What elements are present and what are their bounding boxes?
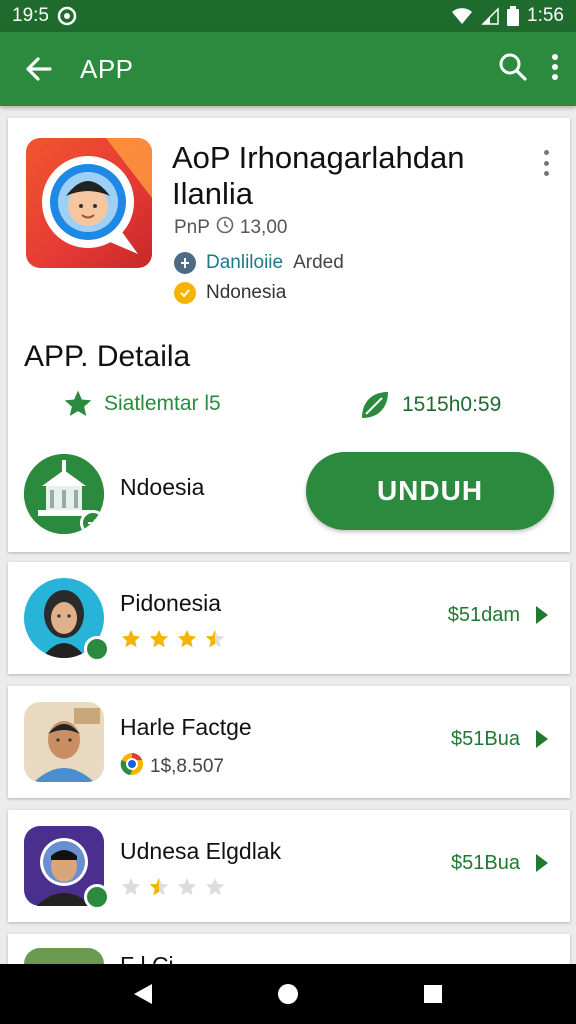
nav-back-icon — [133, 984, 152, 1004]
search-icon — [499, 53, 527, 81]
card-overflow-menu[interactable] — [536, 148, 556, 178]
navigation-bar — [0, 964, 576, 1024]
star-empty-icon — [177, 877, 197, 896]
developer-suffix: Arded — [293, 252, 344, 273]
search-button[interactable] — [498, 52, 528, 87]
region-icon — [174, 282, 196, 304]
status-time-left: 19:5 — [12, 5, 49, 26]
price-row: PnP 13,00 — [174, 216, 287, 240]
more-vert-icon — [552, 53, 558, 80]
region-name: Ndonesia — [206, 282, 287, 303]
status-time-right: 1:56 — [527, 5, 564, 26]
region-row: Ndonesia — [174, 282, 286, 304]
verified-badge — [80, 510, 104, 534]
verified-badge — [84, 636, 110, 662]
nav-home-button[interactable] — [263, 969, 313, 1019]
star-icon — [64, 390, 92, 416]
star-empty-icon — [121, 877, 141, 896]
wifi-icon — [451, 7, 473, 25]
signal-icon — [481, 7, 499, 25]
star-half-icon — [205, 629, 225, 648]
verified-badge — [84, 884, 110, 910]
rating-stars — [120, 628, 226, 650]
list-item-title: Udnesa Elgdlak — [120, 838, 282, 864]
app-bar-title: APP — [80, 53, 134, 84]
list-item-price: $51dam — [447, 604, 520, 626]
star-filled-icon — [121, 629, 141, 648]
back-button[interactable] — [16, 47, 60, 91]
list-item[interactable]: Udnesa Elgdlak $51Bua — [8, 810, 570, 922]
overflow-menu-button[interactable] — [550, 53, 560, 86]
app-bar: APP — [0, 32, 576, 106]
nav-back-button[interactable] — [118, 969, 168, 1019]
price-label: PnP — [174, 217, 210, 238]
rating-stat: Siatlemtar l5 — [62, 388, 221, 420]
list-item-title: Pidonesia — [120, 590, 222, 616]
rating-stat-label: Siatlemtar l5 — [104, 392, 221, 415]
nav-home-icon — [277, 984, 298, 1004]
list-item-meta: 1$,8.507 — [120, 752, 224, 782]
region-avatar — [24, 454, 104, 534]
star-filled-icon — [149, 629, 169, 648]
battery-icon — [507, 6, 520, 26]
region-label: Ndoesia — [120, 474, 205, 500]
nav-recents-icon — [424, 985, 443, 1003]
install-button[interactable]: UNDUH — [306, 452, 554, 530]
star-empty-icon — [205, 877, 225, 896]
chevron-right-icon[interactable] — [536, 854, 548, 872]
notification-icon — [57, 6, 77, 26]
app-title: AoP Irhonagarlahdan Ilanlia — [172, 140, 465, 211]
leaf-icon — [362, 392, 388, 418]
list-item-title: Harle Factge — [120, 714, 252, 740]
list-item[interactable]: Pidonesia $51dam — [8, 562, 570, 674]
chevron-right-icon[interactable] — [536, 606, 548, 624]
clock-icon — [216, 216, 234, 240]
star-filled-icon — [177, 629, 197, 648]
developer-row[interactable]: Danliloiie Arded — [174, 252, 344, 274]
details-heading: APP. Detaila — [24, 340, 191, 373]
list-item-price: $51Bua — [451, 728, 520, 750]
list-item-price: $51Bua — [451, 852, 520, 874]
list-item-sub: 1$,8.507 — [150, 756, 224, 777]
developer-icon — [174, 252, 196, 274]
chrome-icon — [120, 752, 144, 782]
price-value: 13,00 — [239, 217, 288, 238]
developer-name: Danliloiie — [206, 252, 284, 273]
app-icon[interactable] — [26, 138, 152, 268]
status-bar: 19:5 1:56 — [0, 0, 576, 32]
list-item[interactable]: Harle Factge 1$,8.507 $51Bua — [8, 686, 570, 798]
avatar — [24, 702, 104, 782]
size-stat: 1515h0:59 — [358, 388, 501, 422]
app-detail-card: AoP Irhonagarlahdan Ilanlia PnP 13,00 Da… — [8, 118, 570, 552]
chevron-right-icon[interactable] — [536, 730, 548, 748]
rating-stars — [120, 876, 226, 898]
nav-recents-button[interactable] — [408, 969, 458, 1019]
size-stat-label: 1515h0:59 — [402, 393, 502, 416]
star-half-icon — [149, 877, 169, 896]
back-arrow-icon — [26, 57, 52, 81]
